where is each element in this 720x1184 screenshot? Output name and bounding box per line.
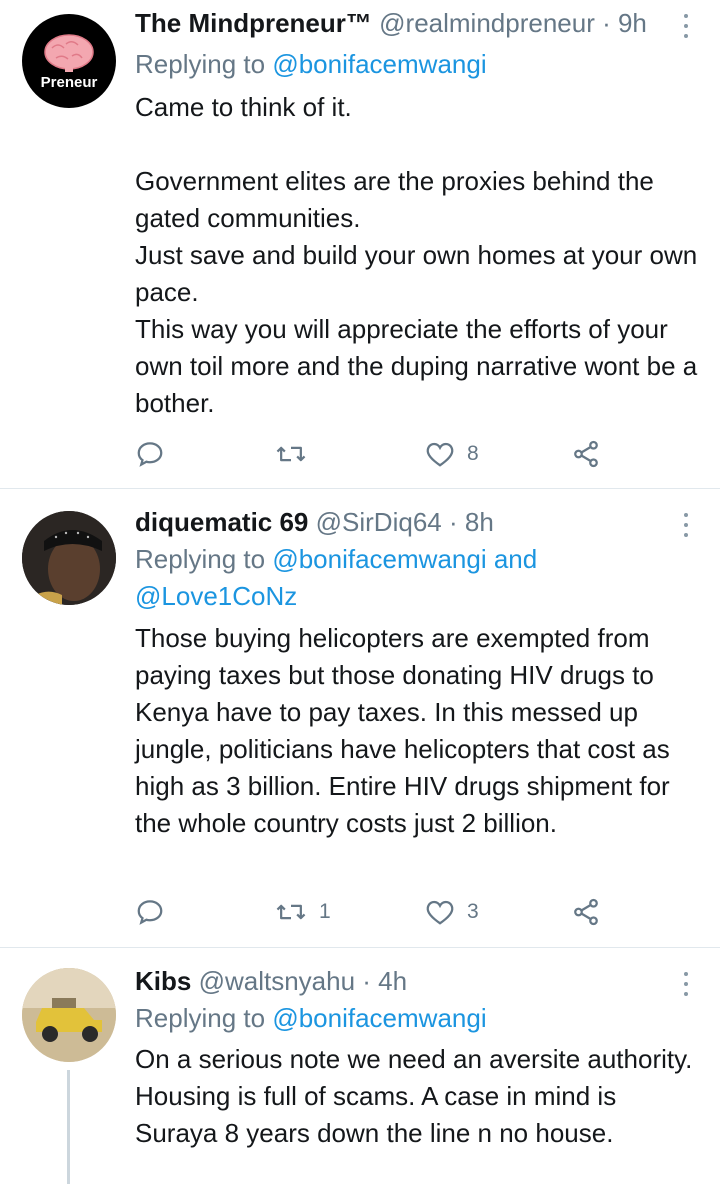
tweet-text: Came to think of it. Government elites a…	[135, 89, 705, 422]
retweet-icon	[276, 446, 306, 462]
tweet-line	[135, 126, 705, 163]
like-count: 8	[467, 442, 479, 465]
retweet-icon	[276, 904, 306, 920]
retweet-button[interactable]	[275, 434, 307, 474]
timestamp[interactable]: · 4h	[362, 966, 407, 996]
car-photo-icon	[22, 968, 116, 1062]
timestamp[interactable]: · 8h	[449, 507, 494, 537]
mention-link[interactable]: @bonifacemwangi	[272, 544, 486, 574]
like-icon	[426, 442, 454, 467]
mention-link[interactable]: @bonifacemwangi	[272, 49, 486, 79]
tweet-actions: 8	[135, 434, 635, 474]
handle[interactable]: @realmindpreneur	[379, 8, 595, 38]
tweet-header: diquematic 69 @SirDiq64 · 8h	[135, 503, 494, 541]
tweet-header: Kibs @waltsnyahu · 4h	[135, 962, 407, 1000]
avatar-logo-text: Preneur	[40, 74, 98, 91]
tweet-3[interactable]: Kibs @waltsnyahu · 4h Replying to @bonif…	[0, 948, 720, 1184]
more-icon[interactable]	[682, 972, 690, 1002]
handle[interactable]: @waltsnyahu	[199, 966, 355, 996]
tweet-line: Just save and build your own homes at yo…	[135, 240, 698, 307]
tweet-line: On a serious note we need an aversite au…	[135, 1044, 693, 1148]
profile-photo-icon	[22, 511, 116, 605]
mention-link[interactable]: @bonifacemwangi	[272, 1003, 486, 1033]
tweet-2[interactable]: diquematic 69 @SirDiq64 · 8h Replying to…	[0, 489, 720, 947]
like-icon	[426, 900, 454, 925]
like-button[interactable]: 8	[425, 434, 479, 474]
share-icon	[574, 898, 598, 926]
mention-link[interactable]: @Love1CoNz	[135, 581, 297, 611]
tweet-line: Government elites are the proxies behind…	[135, 166, 654, 233]
tweet-1[interactable]: Preneur The Mindpreneur™ @realmindpreneu…	[0, 0, 720, 488]
tweet-line: Came to think of it.	[135, 92, 352, 122]
like-button[interactable]: 3	[425, 892, 479, 932]
retweet-button[interactable]: 1	[275, 892, 331, 932]
thread-line	[67, 1070, 70, 1184]
share-button[interactable]	[571, 892, 601, 932]
replying-to-label: Replying to	[135, 49, 273, 79]
replying-to: Replying to @bonifacemwangi and @Love1Co…	[135, 541, 705, 615]
more-icon[interactable]	[682, 14, 690, 44]
handle[interactable]: @SirDiq64	[316, 507, 442, 537]
share-icon	[574, 440, 598, 468]
tweet-line: Those buying helicopters are exempted fr…	[135, 623, 670, 838]
reply-button[interactable]	[135, 434, 165, 474]
reply-icon	[137, 900, 163, 925]
reply-button[interactable]	[135, 892, 165, 932]
tweet-header: The Mindpreneur™ @realmindpreneur · 9h	[135, 4, 647, 42]
replying-to-label: Replying to	[135, 1003, 273, 1033]
avatar[interactable]: Preneur	[22, 14, 116, 108]
reply-icon	[137, 442, 163, 467]
tweet-line: This way you will appreciate the efforts…	[135, 314, 698, 418]
like-count: 3	[467, 900, 479, 923]
display-name[interactable]: Kibs	[135, 966, 191, 996]
retweet-count: 1	[319, 900, 331, 923]
display-name[interactable]: The Mindpreneur™	[135, 8, 372, 38]
brain-logo-icon	[44, 34, 94, 72]
more-icon[interactable]	[682, 513, 690, 543]
tweet-actions: 1 3	[135, 892, 635, 932]
mention-and: and	[486, 544, 538, 574]
display-name[interactable]: diquematic 69	[135, 507, 308, 537]
replying-to: Replying to @bonifacemwangi	[135, 1000, 705, 1037]
timestamp[interactable]: · 9h	[602, 8, 647, 38]
replying-to-label: Replying to	[135, 544, 273, 574]
tweet-text: Those buying helicopters are exempted fr…	[135, 620, 705, 842]
avatar[interactable]	[22, 511, 116, 605]
tweet-text: On a serious note we need an aversite au…	[135, 1041, 705, 1152]
avatar[interactable]	[22, 968, 116, 1062]
share-button[interactable]	[571, 434, 601, 474]
replying-to: Replying to @bonifacemwangi	[135, 46, 705, 83]
